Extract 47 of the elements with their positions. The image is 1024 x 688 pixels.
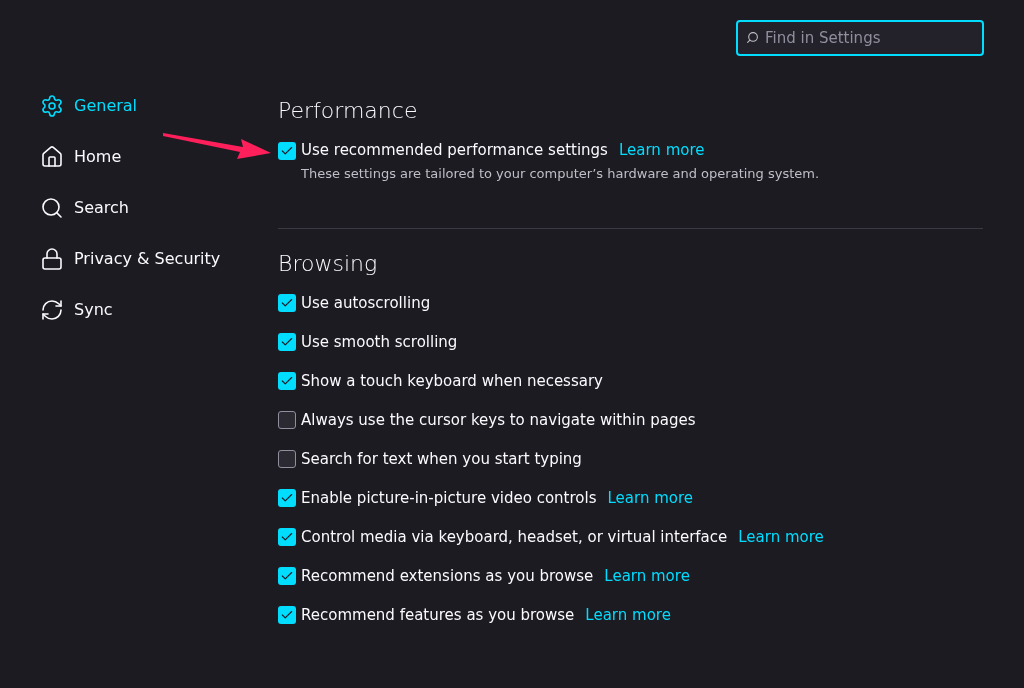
option-label[interactable]: Always use the cursor keys to navigate within pages bbox=[301, 408, 696, 432]
lock-icon bbox=[40, 246, 64, 271]
checkmark-icon bbox=[280, 608, 294, 622]
checkmark-icon bbox=[280, 569, 294, 583]
option-label[interactable]: Enable picture-in-picture video controls bbox=[301, 486, 597, 510]
search-icon bbox=[40, 195, 64, 220]
option-label[interactable]: Show a touch keyboard when necessary bbox=[301, 369, 603, 393]
option-label[interactable]: Recommend features as you browse bbox=[301, 603, 575, 627]
checkmark-icon bbox=[280, 530, 294, 544]
sidebar-item[interactable]: Sync bbox=[40, 284, 278, 335]
checkbox[interactable] bbox=[278, 450, 296, 468]
learn-more-link[interactable]: Learn more bbox=[585, 603, 671, 627]
checkbox[interactable] bbox=[278, 141, 296, 160]
option-label[interactable]: Control media via keyboard, headset, or virtual interface bbox=[301, 525, 728, 549]
option-description: These settings are tailored to your computer’s hardware and operating system. bbox=[301, 165, 821, 183]
option-label[interactable]: Use recommended performance settings bbox=[301, 139, 608, 162]
sidebar-item[interactable]: Search bbox=[40, 182, 278, 233]
learn-more-link[interactable]: Learn more bbox=[738, 525, 824, 549]
checkmark-icon bbox=[280, 374, 294, 388]
checkbox[interactable] bbox=[278, 372, 296, 390]
learn-more-link[interactable]: Learn more bbox=[607, 486, 693, 510]
checkmark-icon bbox=[280, 296, 294, 310]
checkmark-icon bbox=[280, 491, 294, 505]
checkbox[interactable] bbox=[278, 411, 296, 429]
checkmark-icon bbox=[280, 335, 294, 349]
sidebar-item[interactable]: Privacy & Security bbox=[40, 233, 278, 284]
checkbox[interactable] bbox=[278, 489, 296, 507]
checkbox[interactable] bbox=[278, 567, 296, 585]
section-heading: Performance bbox=[278, 97, 419, 125]
option-label[interactable]: Use autoscrolling bbox=[301, 291, 431, 315]
sidebar-item[interactable]: Home bbox=[40, 131, 278, 182]
checkbox[interactable] bbox=[278, 294, 296, 312]
gear-icon bbox=[40, 93, 64, 118]
learn-more-link[interactable]: Learn more bbox=[618, 139, 705, 162]
option-label[interactable]: Use smooth scrolling bbox=[301, 330, 458, 354]
option-label[interactable]: Search for text when you start typing bbox=[301, 447, 582, 471]
sidebar-item[interactable]: General bbox=[40, 80, 278, 131]
learn-more-link[interactable]: Learn more bbox=[604, 564, 690, 588]
section-heading: Browsing bbox=[278, 249, 379, 278]
checkbox[interactable] bbox=[278, 333, 296, 351]
option-label[interactable]: Recommend extensions as you browse bbox=[301, 564, 594, 588]
checkbox[interactable] bbox=[278, 528, 296, 546]
search-field[interactable]: Find in Settings bbox=[736, 20, 984, 56]
home-icon bbox=[40, 144, 64, 169]
checkbox[interactable] bbox=[278, 606, 296, 624]
search-icon bbox=[746, 31, 759, 44]
sync-icon bbox=[40, 297, 64, 322]
